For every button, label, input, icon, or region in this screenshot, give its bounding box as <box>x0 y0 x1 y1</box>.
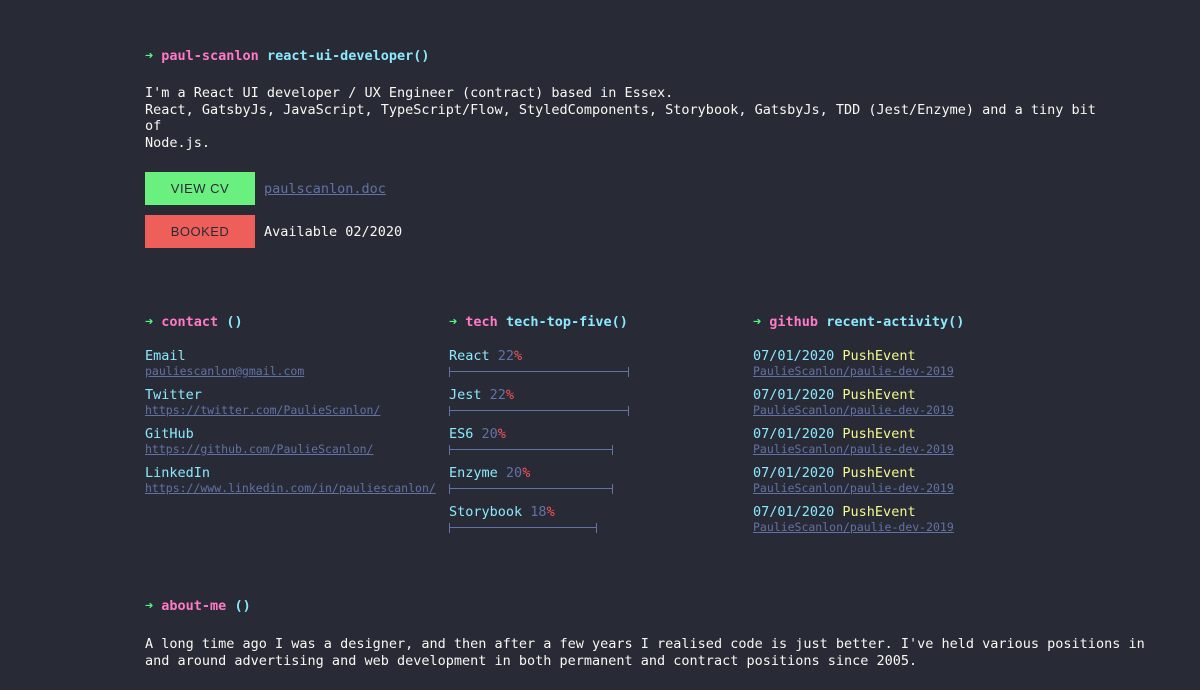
tech-name: ES6 <box>449 426 474 442</box>
activity-date: 07/01/2020 <box>753 387 835 403</box>
title-name: paul-scanlon <box>161 48 259 64</box>
prompt-arrow-icon: ➜ <box>449 314 458 330</box>
activity-item: 07/01/2020 PushEvent PaulieScanlon/pauli… <box>753 465 954 496</box>
contact-fn: () <box>226 314 243 330</box>
tech-percent: 22 <box>497 348 515 364</box>
tech-keyword: tech <box>465 314 498 330</box>
activity-item: 07/01/2020 PushEvent PaulieScanlon/pauli… <box>753 387 954 418</box>
activity-date: 07/01/2020 <box>753 426 835 442</box>
tech-fn: tech-top-five() <box>505 314 628 330</box>
percent-sign: % <box>522 465 531 481</box>
tech-item: Storybook 18% <box>449 504 597 533</box>
contact-link[interactable]: https://twitter.com/PaulieScanlon/ <box>145 403 380 418</box>
contact-keyword: contact <box>161 314 219 330</box>
about-fn: () <box>234 598 251 614</box>
prompt-arrow-icon: ➜ <box>753 314 762 330</box>
about-text: A long time ago I was a designer, and th… <box>145 636 1145 669</box>
percent-sign: % <box>505 387 515 403</box>
tech-name: Jest <box>449 387 482 403</box>
activity-date: 07/01/2020 <box>753 465 835 481</box>
tech-percent: 22 <box>489 387 506 403</box>
activity-repo-link[interactable]: PaulieScanlon/paulie-dev-2019 <box>753 520 954 535</box>
tech-percent: 20 <box>505 465 523 481</box>
tech-bar <box>449 523 597 533</box>
contact-label: Twitter <box>145 387 202 403</box>
tech-bar <box>449 406 629 416</box>
github-fn: recent-activity() <box>826 314 965 330</box>
activity-event: PushEvent <box>842 426 916 442</box>
page-title: ➜ paul-scanlon react-ui-developer() <box>145 48 430 64</box>
activity-date: 07/01/2020 <box>753 504 835 520</box>
cv-download-link[interactable]: paulscanlon.doc <box>264 181 386 197</box>
contact-label: GitHub <box>145 426 194 442</box>
about-heading: ➜ about-me () <box>145 598 251 614</box>
activity-repo-link[interactable]: PaulieScanlon/paulie-dev-2019 <box>753 364 954 379</box>
activity-event: PushEvent <box>842 348 916 364</box>
tech-name: React <box>449 348 490 364</box>
activity-item: 07/01/2020 PushEvent PaulieScanlon/pauli… <box>753 348 954 379</box>
contact-heading: ➜ contact () <box>145 314 243 330</box>
activity-event: PushEvent <box>842 465 916 481</box>
percent-sign: % <box>514 348 523 364</box>
tech-bar <box>449 445 613 455</box>
view-cv-button[interactable]: VIEW CV <box>145 172 255 205</box>
activity-repo-link[interactable]: PaulieScanlon/paulie-dev-2019 <box>753 442 954 457</box>
tech-name: Enzyme <box>449 465 498 481</box>
tech-item: Enzyme 20% <box>449 465 613 494</box>
activity-repo-link[interactable]: PaulieScanlon/paulie-dev-2019 <box>753 481 954 496</box>
tech-item: Jest 22% <box>449 387 629 416</box>
tech-bar <box>449 367 629 377</box>
intro-text: I'm a React UI developer / UX Engineer (… <box>145 85 1096 151</box>
activity-item: 07/01/2020 PushEvent PaulieScanlon/pauli… <box>753 504 954 535</box>
contact-link[interactable]: https://www.linkedin.com/in/pauliescanlo… <box>145 481 436 496</box>
tech-item: ES6 20% <box>449 426 613 455</box>
contact-item-github: GitHub https://github.com/PaulieScanlon/ <box>145 426 373 457</box>
contact-label: Email <box>145 348 186 364</box>
booked-button[interactable]: BOOKED <box>145 215 255 248</box>
about-keyword: about-me <box>161 598 227 614</box>
tech-item: React 22% <box>449 348 629 377</box>
contact-item-linkedin: LinkedIn https://www.linkedin.com/in/pau… <box>145 465 436 496</box>
availability-status: Available 02/2020 <box>264 224 403 240</box>
tech-percent: 18 <box>530 504 547 520</box>
contact-item-twitter: Twitter https://twitter.com/PaulieScanlo… <box>145 387 380 418</box>
contact-link[interactable]: pauliescanlon@gmail.com <box>145 364 304 379</box>
activity-event: PushEvent <box>842 504 916 520</box>
github-heading: ➜ github recent-activity() <box>753 314 964 330</box>
tech-name: Storybook <box>449 504 523 520</box>
percent-sign: % <box>546 504 555 520</box>
contact-item-email: Email pauliescanlon@gmail.com <box>145 348 304 379</box>
activity-repo-link[interactable]: PaulieScanlon/paulie-dev-2019 <box>753 403 954 418</box>
activity-event: PushEvent <box>842 387 916 403</box>
prompt-arrow-icon: ➜ <box>145 598 154 614</box>
tech-bar <box>449 484 613 494</box>
prompt-arrow-icon: ➜ <box>145 48 154 64</box>
activity-item: 07/01/2020 PushEvent PaulieScanlon/pauli… <box>753 426 954 457</box>
contact-link[interactable]: https://github.com/PaulieScanlon/ <box>145 442 373 457</box>
tech-percent: 20 <box>481 426 498 442</box>
prompt-arrow-icon: ➜ <box>145 314 154 330</box>
tech-heading: ➜ tech tech-top-five() <box>449 314 628 330</box>
contact-label: LinkedIn <box>145 465 211 481</box>
activity-date: 07/01/2020 <box>753 348 835 364</box>
percent-sign: % <box>497 426 506 442</box>
title-role: react-ui-developer() <box>266 48 430 64</box>
github-keyword: github <box>769 314 819 330</box>
